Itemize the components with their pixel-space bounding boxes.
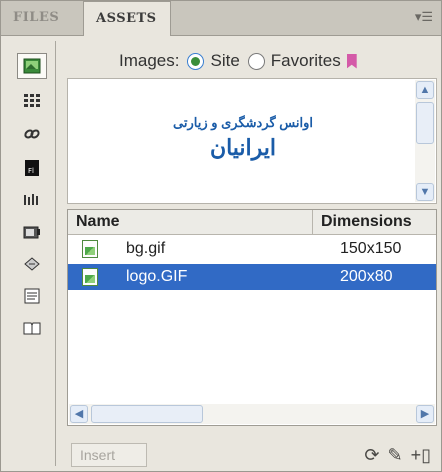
movies-icon[interactable] [17, 219, 47, 245]
templates-icon[interactable] [17, 283, 47, 309]
file-dimensions: 150x150 [340, 240, 402, 257]
bottom-toolbar: ⟳ ✎ +▯ [364, 443, 431, 467]
scroll-thumb[interactable] [416, 102, 434, 144]
tab-files[interactable]: FILES [13, 1, 59, 35]
images-filter-label: Images: [119, 51, 180, 70]
add-to-favorites-icon[interactable]: +▯ [411, 445, 431, 466]
assets-panel: FILES ASSETS ▾☰ Fl Images: Site Favorite… [0, 0, 442, 472]
asset-list: Name Dimensions bg.gif 150x150 logo.GIF … [67, 209, 437, 426]
edit-icon[interactable]: ✎ [387, 445, 402, 466]
tab-strip: FILES ASSETS ▾☰ [1, 1, 441, 36]
scripts-icon[interactable] [17, 251, 47, 277]
panel-options-icon[interactable]: ▾☰ [413, 10, 433, 24]
shockwave-icon[interactable] [17, 187, 47, 213]
file-name: logo.GIF [126, 268, 188, 285]
favorites-bookmark-icon [346, 53, 357, 69]
urls-icon[interactable] [17, 121, 47, 147]
tab-assets[interactable]: ASSETS [83, 1, 171, 36]
favorites-radio-label[interactable]: Favorites [271, 51, 341, 71]
scroll-down-icon[interactable]: ▼ [416, 183, 434, 201]
column-header-dimensions[interactable]: Dimensions [312, 210, 437, 234]
svg-text:Fl: Fl [28, 167, 34, 175]
radio-selected-dot [191, 56, 201, 66]
list-horizontal-scrollbar[interactable]: ◀ ▶ [69, 404, 435, 424]
site-radio-label[interactable]: Site [210, 51, 239, 71]
colors-icon[interactable] [17, 87, 47, 113]
preview-line-1: اوانس گردشگری و زیارتی [173, 115, 313, 130]
image-file-icon [82, 240, 98, 258]
table-row[interactable]: bg.gif 150x150 [68, 236, 436, 262]
asset-category-toolbar: Fl [11, 41, 56, 466]
images-icon[interactable] [17, 53, 47, 79]
insert-button[interactable]: Insert [71, 443, 147, 467]
scroll-right-icon[interactable]: ▶ [416, 405, 434, 423]
preview-vertical-scrollbar[interactable]: ▲ ▼ [415, 80, 435, 202]
favorites-radio[interactable] [247, 52, 265, 70]
preview-image: اوانس گردشگری و زیارتی ایرانیان [138, 115, 348, 161]
scroll-thumb[interactable] [91, 405, 203, 423]
images-filter: Images: Site Favorites [119, 49, 357, 73]
library-icon[interactable] [17, 315, 47, 341]
table-header: Name Dimensions [68, 210, 436, 235]
site-radio[interactable] [187, 52, 205, 70]
preview-line-2: ایرانیان [209, 135, 277, 160]
image-file-icon [82, 268, 98, 286]
column-header-name[interactable]: Name [76, 210, 120, 234]
asset-preview: اوانس گردشگری و زیارتی ایرانیان ▲ ▼ [67, 78, 437, 204]
scroll-up-icon[interactable]: ▲ [416, 81, 434, 99]
table-row[interactable]: logo.GIF 200x80 [68, 264, 436, 290]
refresh-icon[interactable]: ⟳ [364, 445, 379, 466]
scroll-left-icon[interactable]: ◀ [70, 405, 88, 423]
flash-icon[interactable]: Fl [17, 155, 47, 181]
file-dimensions: 200x80 [340, 268, 393, 285]
file-name: bg.gif [126, 240, 166, 257]
